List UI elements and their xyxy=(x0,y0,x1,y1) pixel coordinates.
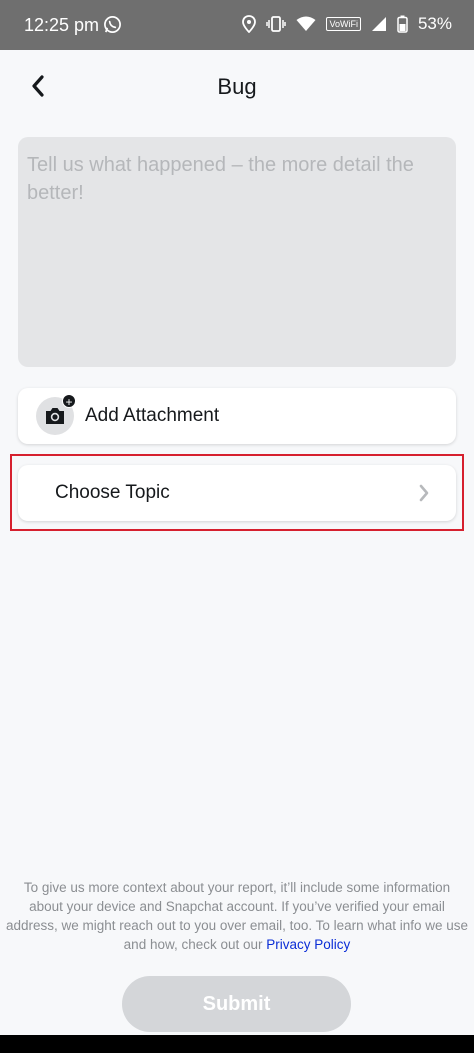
description-input[interactable] xyxy=(18,137,456,367)
signal-icon xyxy=(371,16,387,32)
vowifi-badge: VoWiFi xyxy=(326,17,361,31)
status-time: 12:25 pm xyxy=(24,15,100,35)
whatsapp-icon xyxy=(103,15,122,39)
choose-topic-button[interactable]: Choose Topic xyxy=(18,465,456,521)
privacy-policy-link[interactable]: Privacy Policy xyxy=(266,937,350,952)
privacy-info-text: To give us more context about your repor… xyxy=(6,878,468,954)
add-attachment-button[interactable]: + Add Attachment xyxy=(18,388,456,444)
vibrate-icon xyxy=(266,16,287,32)
wifi-icon xyxy=(296,16,316,32)
battery-percent: 53% xyxy=(417,14,452,33)
status-icons: VoWiFi 53% xyxy=(242,14,452,34)
page-title: Bug xyxy=(217,74,257,99)
choose-topic-label: Choose Topic xyxy=(55,482,170,503)
navigation-bar xyxy=(0,1035,474,1053)
plus-icon: + xyxy=(62,394,76,409)
submit-button[interactable]: Submit xyxy=(122,976,351,1032)
description-field-container xyxy=(18,137,456,367)
header: Bug xyxy=(0,50,474,122)
chevron-right-icon xyxy=(419,484,429,502)
info-text: To give us more context about your repor… xyxy=(6,880,468,952)
location-icon xyxy=(242,15,257,33)
status-bar: 12:25 pm VoWiFi 53% xyxy=(0,0,474,50)
add-attachment-label: Add Attachment xyxy=(85,405,220,426)
battery-icon xyxy=(397,15,408,33)
